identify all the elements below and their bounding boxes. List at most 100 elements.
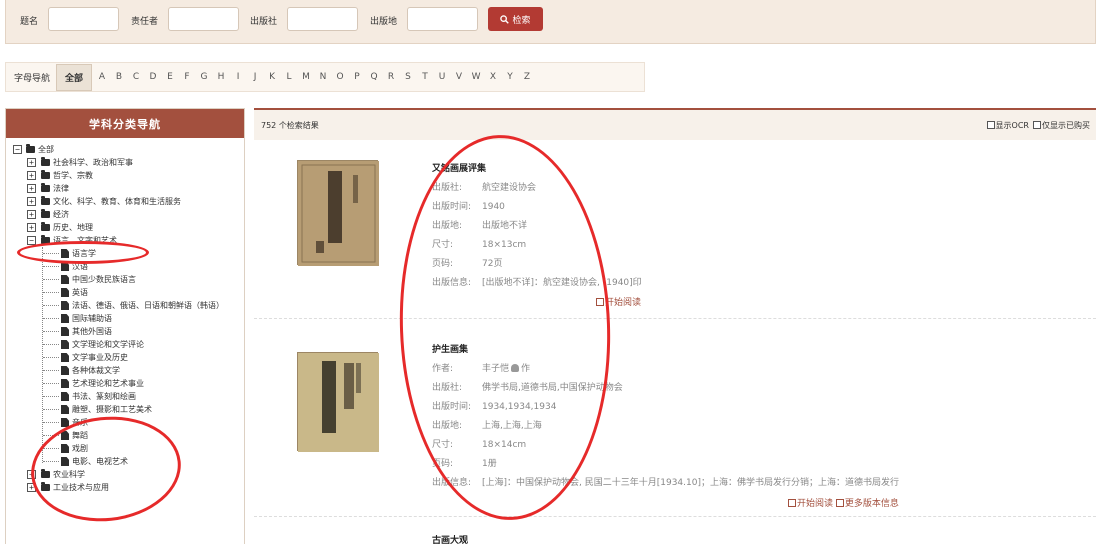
book-cover[interactable] [297,352,379,452]
letter-nav-item[interactable]: N [316,68,330,86]
letter-nav-item[interactable]: Y [503,68,517,86]
result-field-date: 出版时间: 1934,1934,1934 [432,402,557,412]
tree-category[interactable]: + 文化、科学、教育、体育和生活服务 [6,195,244,208]
tree-connector [43,344,59,345]
tree-label: 历史、地理 [53,223,93,232]
start-reading-link[interactable]: 开始阅读 [788,499,833,509]
result-title[interactable]: 古画大观 [432,533,468,544]
results-toolbar: 752 个检索结果 显示OCR 仅显示已购买 [254,110,1096,140]
letter-nav-item[interactable]: M [299,68,313,86]
expand-icon[interactable]: + [27,197,36,206]
letter-nav-item[interactable]: Z [520,68,534,86]
document-icon [61,379,69,388]
letter-nav-item[interactable]: A [95,68,109,86]
tree-label: 文学事业及历史 [72,353,128,362]
letter-nav-item[interactable]: O [333,68,347,86]
tree-label: 社会科学、政治和军事 [53,158,133,167]
result-actions: 开始阅读 更多版本信息 [788,496,899,509]
result-title[interactable]: 护生画集 [432,342,468,355]
purchased-only-option[interactable]: 仅显示已购买 [1033,120,1090,131]
tree-label: 艺术理论和艺术事业 [72,379,144,388]
letter-nav-item[interactable]: T [418,68,432,86]
letter-nav: 字母导航 全部 ABCDEFGHIJKLMNOPQRSTUVWXYZ [5,62,645,92]
expand-icon[interactable]: + [27,223,36,232]
tree-label: 国际辅助语 [72,314,112,323]
author-input[interactable] [168,7,239,31]
show-ocr-option[interactable]: 显示OCR [986,120,1029,131]
tree-category[interactable]: + 社会科学、政治和军事 [6,156,244,169]
tree-root[interactable]: − 全部 [6,143,244,156]
title-label: 题名 [20,17,39,27]
letter-nav-item[interactable]: F [180,68,194,86]
tree-label: 语言、文字和艺术 [53,236,117,245]
letter-nav-item[interactable]: B [112,68,126,86]
place-input[interactable] [407,7,478,31]
letter-nav-item[interactable]: G [197,68,211,86]
tree-category[interactable]: + 法律 [6,182,244,195]
letter-nav-item[interactable]: D [146,68,160,86]
tree-label: 各种体裁文学 [72,366,120,375]
letter-nav-item[interactable]: X [486,68,500,86]
collapse-icon[interactable]: − [27,236,36,245]
tree-category[interactable]: + 农业科学 [6,468,244,481]
result-field-date: 出版时间: 1940 [432,202,505,212]
letter-nav-item[interactable]: L [282,68,296,86]
letter-nav-item[interactable]: R [384,68,398,86]
tree-connector [43,383,59,384]
category-nav-panel: 学科分类导航 − 全部 + 社会科学、政治和军事 + 哲学、宗教 + 法律 + 文化、科学、教育、… [5,108,245,544]
letter-nav-item[interactable]: E [163,68,177,86]
result-title[interactable]: 又铭画展评集 [432,161,486,174]
tree-label: 法语、德语、俄语、日语和朝鲜语（韩语） [72,301,224,310]
letter-nav-item[interactable]: J [248,68,262,86]
expand-icon[interactable]: + [27,483,36,492]
letter-nav-item[interactable]: W [469,68,483,86]
letter-nav-item[interactable]: H [214,68,228,86]
result-field-size: 尺寸: 18×13cm [432,240,527,250]
letter-nav-item[interactable]: K [265,68,279,86]
tree-label: 哲学、宗教 [53,171,93,180]
results-panel: 752 个检索结果 显示OCR 仅显示已购买 又铭画展评集 出版社: 航空建设协会… [254,108,1096,544]
tree-category[interactable]: − 语言、文字和艺术 [6,234,244,247]
folder-open-icon [41,235,50,244]
letter-list: ABCDEFGHIJKLMNOPQRSTUVWXYZ [95,68,534,86]
tree-category[interactable]: + 经济 [6,208,244,221]
expand-icon[interactable]: + [27,184,36,193]
letter-nav-item[interactable]: V [452,68,466,86]
tree-label: 汉语 [72,262,88,271]
publisher-input[interactable] [287,7,358,31]
book-icon [596,298,604,306]
tree-category[interactable]: + 工业技术与应用 [6,481,244,494]
start-reading-link[interactable]: 开始阅读 [596,295,641,308]
tree-connector [43,409,59,410]
result-divider [254,318,1096,319]
expand-icon[interactable]: + [27,470,36,479]
publisher-label: 出版社 [250,17,278,27]
search-button[interactable]: 检索 [488,7,543,31]
category-tree: − 全部 + 社会科学、政治和军事 + 哲学、宗教 + 法律 + 文化、科学、教育、体育和生活服务… [6,138,244,494]
letter-nav-item[interactable]: U [435,68,449,86]
more-versions-link[interactable]: 更多版本信息 [835,499,899,509]
tree-connector [43,266,59,267]
tree-category[interactable]: + 历史、地理 [6,221,244,234]
letter-nav-item[interactable]: I [231,68,245,86]
result-count: 752 个检索结果 [261,120,319,130]
tree-vertical-connector [42,247,43,463]
expand-icon[interactable]: + [27,158,36,167]
letter-nav-item[interactable]: S [401,68,415,86]
expand-icon[interactable]: + [27,210,36,219]
expand-icon[interactable]: + [27,171,36,180]
document-icon [61,405,69,414]
book-cover[interactable] [297,160,379,266]
document-icon [61,353,69,362]
search-icon [500,14,510,24]
show-ocr-checkbox[interactable] [986,120,995,129]
tree-category[interactable]: + 哲学、宗教 [6,169,244,182]
letter-nav-item[interactable]: C [129,68,143,86]
purchased-only-checkbox[interactable] [1033,120,1041,129]
letter-nav-all[interactable]: 全部 [56,63,93,91]
title-input[interactable] [48,7,119,31]
tree-connector [43,292,59,293]
letter-nav-item[interactable]: Q [367,68,381,86]
letter-nav-item[interactable]: P [350,68,364,86]
collapse-icon[interactable]: − [13,145,22,154]
